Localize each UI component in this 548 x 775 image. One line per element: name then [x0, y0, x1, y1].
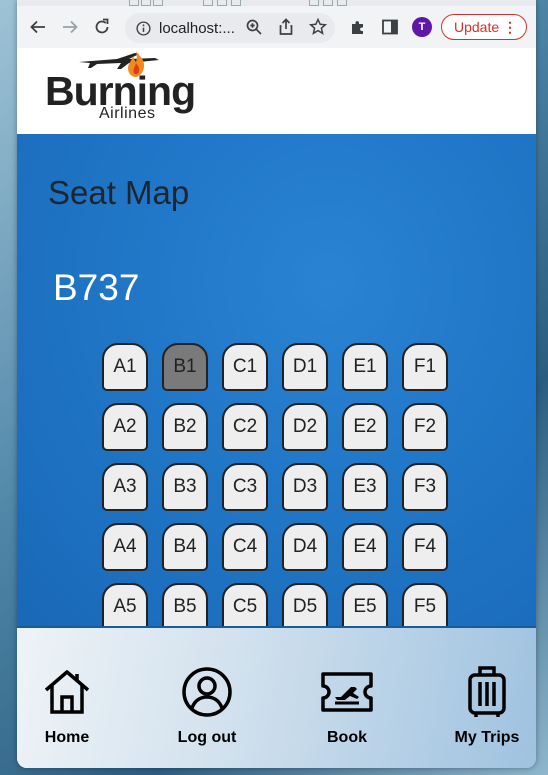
seat-a5[interactable]: A5: [102, 583, 148, 626]
zoom-icon[interactable]: [243, 16, 265, 38]
browser-toolbar: localhost:... T Update ⋮: [17, 6, 536, 49]
seat-a1[interactable]: A1: [102, 343, 148, 391]
seat-e1[interactable]: E1: [342, 343, 388, 391]
seat-a2[interactable]: A2: [102, 403, 148, 451]
profile-avatar[interactable]: T: [412, 17, 432, 37]
seat-c4[interactable]: C4: [222, 523, 268, 571]
nav-book-label: Book: [327, 729, 367, 746]
address-bar[interactable]: localhost:...: [125, 13, 335, 43]
seat-f1[interactable]: F1: [402, 343, 448, 391]
seat-d3[interactable]: D3: [282, 463, 328, 511]
extensions-puzzle-icon[interactable]: [347, 16, 369, 38]
kebab-menu-icon[interactable]: ⋮: [503, 19, 517, 35]
seat-e5[interactable]: E5: [342, 583, 388, 626]
reload-icon[interactable]: [91, 16, 113, 38]
seat-a3[interactable]: A3: [102, 463, 148, 511]
seat-d1[interactable]: D1: [282, 343, 328, 391]
seat-f4[interactable]: F4: [402, 523, 448, 571]
nav-my-trips-label: My Trips: [454, 729, 520, 746]
profile-initial: T: [418, 21, 426, 33]
bottom-nav: Home Log out Book My Trips: [17, 626, 536, 768]
nav-logout[interactable]: Log out: [157, 628, 257, 768]
back-arrow-icon[interactable]: [27, 16, 49, 38]
seat-c1[interactable]: C1: [222, 343, 268, 391]
share-icon[interactable]: [275, 16, 297, 38]
seat-b5[interactable]: B5: [162, 583, 208, 626]
seat-map-section: Seat Map B737 A1 B1 C1 D1 E1 F1 A2 B2 C2 D2 E2 F2 A3…: [17, 134, 536, 626]
boarding-pass-icon: [321, 672, 373, 712]
nav-logout-label: Log out: [177, 729, 237, 746]
seat-d4[interactable]: D4: [282, 523, 328, 571]
home-icon: [44, 670, 90, 714]
seat-f5[interactable]: F5: [402, 583, 448, 626]
side-panel-icon[interactable]: [379, 16, 401, 38]
update-label: Update: [454, 19, 500, 35]
user-circle-icon: [182, 667, 232, 717]
seat-b1[interactable]: B1: [162, 343, 208, 391]
seat-f2[interactable]: F2: [402, 403, 448, 451]
seat-c2[interactable]: C2: [222, 403, 268, 451]
seat-a4[interactable]: A4: [102, 523, 148, 571]
seat-e3[interactable]: E3: [342, 463, 388, 511]
browser-window: localhost:... T Update ⋮ Burning Airline…: [17, 0, 536, 768]
info-icon[interactable]: [133, 18, 153, 38]
seat-b4[interactable]: B4: [162, 523, 208, 571]
update-button[interactable]: Update ⋮: [441, 14, 527, 40]
luggage-icon: [468, 666, 506, 717]
page-title: Seat Map: [48, 174, 190, 211]
seat-e2[interactable]: E2: [342, 403, 388, 451]
seat-b2[interactable]: B2: [162, 403, 208, 451]
nav-home[interactable]: Home: [17, 628, 117, 768]
nav-my-trips[interactable]: My Trips: [437, 628, 536, 768]
seat-c3[interactable]: C3: [222, 463, 268, 511]
seat-c5[interactable]: C5: [222, 583, 268, 626]
site-header: Burning Airlines: [17, 48, 536, 134]
nav-book[interactable]: Book: [297, 628, 397, 768]
burning-airlines-logo[interactable]: Burning Airlines: [45, 48, 196, 128]
seat-b3[interactable]: B3: [162, 463, 208, 511]
forward-arrow-icon[interactable]: [59, 16, 81, 38]
seat-f3[interactable]: F3: [402, 463, 448, 511]
bookmark-star-icon[interactable]: [307, 16, 329, 38]
seat-d5[interactable]: D5: [282, 583, 328, 626]
aircraft-label: B737: [53, 267, 140, 308]
url-text: localhost:...: [159, 20, 235, 37]
seat-d2[interactable]: D2: [282, 403, 328, 451]
seat-e4[interactable]: E4: [342, 523, 388, 571]
nav-home-label: Home: [44, 729, 90, 746]
logo-subtitle: Airlines: [99, 105, 156, 122]
